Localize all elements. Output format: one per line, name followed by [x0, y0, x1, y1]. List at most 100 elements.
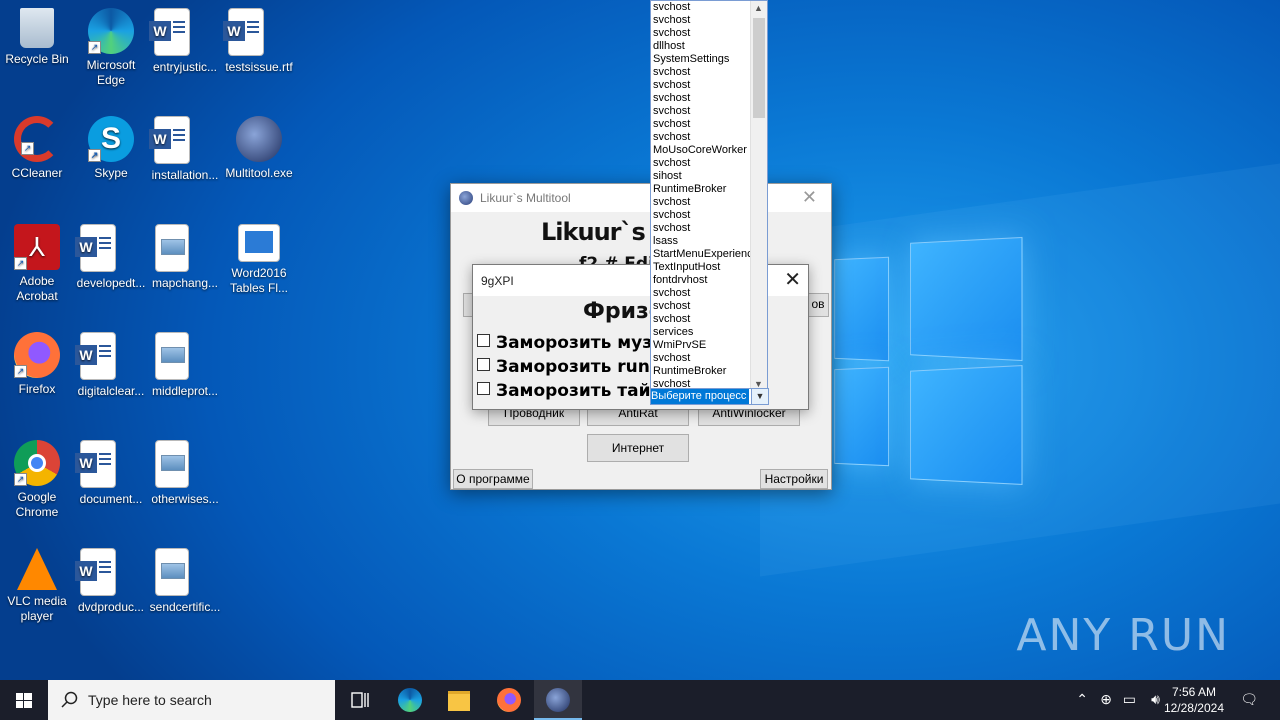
desktop-icon-skype[interactable]: S ↗ Skype [74, 116, 148, 181]
button-label: ов [811, 297, 825, 311]
taskbar-edge[interactable] [386, 680, 434, 720]
freeze-music-checkbox[interactable]: Заморозить музы [477, 333, 668, 353]
window-titlebar[interactable]: Likuur`s Multitool ✕ [451, 184, 831, 212]
desktop-icon-recycle-bin[interactable]: Recycle Bin [0, 8, 74, 67]
scrollbar-thumb[interactable] [753, 18, 765, 118]
recycle-bin-icon [20, 8, 54, 48]
task-view-button[interactable] [336, 680, 384, 720]
desktop-icon-document[interactable]: W document... [74, 440, 148, 507]
search-placeholder: Type here to search [88, 692, 212, 708]
desktop-icon-mapchang[interactable]: mapchang... [148, 224, 222, 291]
network-icon[interactable]: ▭ [1123, 691, 1136, 708]
multitool-icon [546, 688, 570, 712]
process-list-item[interactable]: svchost [653, 157, 753, 170]
search-icon [61, 691, 78, 708]
process-list-item[interactable]: services [653, 326, 753, 339]
list-scrollbar[interactable]: ▲ ▼ [750, 1, 767, 391]
multitool-icon [236, 116, 282, 162]
taskbar-file-explorer[interactable] [435, 680, 483, 720]
edge-icon: ↗ [88, 8, 134, 54]
checkbox-icon [477, 334, 490, 347]
desktop: ANY RUN Recycle Bin ↗ Microsoft Edge W e… [0, 0, 1280, 680]
about-button[interactable]: О программе [453, 469, 533, 489]
desktop-icon-testsissue[interactable]: W testsissue.rtf [222, 8, 296, 75]
process-list-item[interactable]: StartMenuExperienc [653, 248, 753, 261]
desktop-icon-middleprot[interactable]: middleprot... [148, 332, 222, 399]
process-list-item[interactable]: svchost [653, 92, 753, 105]
desktop-icon-label: Skype [94, 166, 128, 180]
desktop-icon-chrome[interactable]: ↗ Google Chrome [0, 440, 74, 520]
word-doc-icon: W [75, 548, 116, 596]
desktop-icon-label: entryjustic... [152, 60, 218, 74]
process-list-item[interactable]: svchost [653, 352, 753, 365]
process-combobox[interactable]: Выберите процесс ▼ [650, 388, 769, 405]
desktop-icon-firefox[interactable]: ↗ Firefox [0, 332, 74, 397]
process-list-item[interactable]: lsass [653, 235, 753, 248]
process-list-item[interactable]: svchost [653, 79, 753, 92]
chevron-down-icon[interactable]: ▼ [751, 389, 768, 404]
word-doc-icon: W [75, 332, 116, 380]
anyrun-watermark: ANY RUN [1016, 610, 1230, 661]
windows-logo-pane-tl [834, 256, 890, 362]
process-list-item[interactable]: fontdrvhost [653, 274, 753, 287]
close-icon[interactable]: ✕ [802, 187, 817, 208]
process-list-item[interactable]: svchost [653, 1, 753, 14]
desktop-icon-edge[interactable]: ↗ Microsoft Edge [74, 8, 148, 88]
acrobat-icon: ⅄ ↗ [14, 224, 60, 270]
process-list-item[interactable]: svchost [653, 27, 753, 40]
process-dropdown-list[interactable]: svchost svchost svchost dllhost SystemSettin… [650, 0, 768, 392]
desktop-icon-vlc[interactable]: VLC media player [0, 548, 74, 624]
dialog-title: 9gXPI [481, 274, 514, 288]
notifications-icon[interactable]: 🗨︎ [1240, 691, 1258, 708]
vlc-icon [17, 548, 57, 590]
process-list-item[interactable]: dllhost [653, 40, 753, 53]
process-list-item[interactable]: SystemSettings [653, 53, 753, 66]
process-list-item[interactable]: svchost [653, 196, 753, 209]
process-list-item[interactable]: WmiPrvSE [653, 339, 753, 352]
skype-icon: S ↗ [88, 116, 134, 162]
desktop-icon-digitalclear[interactable]: W digitalclear... [74, 332, 148, 399]
desktop-icon-sendcertific[interactable]: sendcertific... [148, 548, 222, 615]
desktop-icon-ccleaner[interactable]: ↗ CCleaner [0, 116, 74, 181]
desktop-icon-acrobat[interactable]: ⅄ ↗ Adobe Acrobat [0, 224, 74, 304]
desktop-icon-dvdproduc[interactable]: W dvdproduc... [74, 548, 148, 615]
desktop-icon-installation[interactable]: W installation... [148, 116, 222, 183]
process-list-item[interactable]: svchost [653, 118, 753, 131]
desktop-icon-developedt[interactable]: W developedt... [74, 224, 148, 291]
desktop-icon-otherwises[interactable]: otherwises... [148, 440, 222, 507]
process-list-item[interactable]: svchost [653, 300, 753, 313]
process-list-item[interactable]: svchost [653, 222, 753, 235]
start-button[interactable] [0, 680, 48, 720]
process-list-item[interactable]: svchost [653, 14, 753, 27]
process-list-item[interactable]: svchost [653, 209, 753, 222]
close-icon[interactable]: ✕ [784, 267, 801, 292]
process-list-item[interactable]: svchost [653, 313, 753, 326]
process-list-item[interactable]: TextInputHost [653, 261, 753, 274]
process-list-item[interactable]: svchost [653, 131, 753, 144]
taskbar-multitool[interactable] [534, 680, 582, 720]
desktop-icon-label: document... [79, 492, 143, 506]
desktop-icon-entryjustic[interactable]: W entryjustic... [148, 8, 222, 75]
clock[interactable]: 7:56 AM 12/28/2024 [1164, 684, 1224, 716]
meet-now-icon[interactable]: ⊕ [1100, 691, 1112, 708]
process-list-item[interactable]: svchost [653, 287, 753, 300]
volume-icon[interactable]: 🔊︎ [1151, 691, 1160, 708]
hidden-right-button[interactable]: ов [807, 293, 829, 317]
process-list-item[interactable]: RuntimeBroker [653, 365, 753, 378]
windows-start-icon [16, 693, 32, 708]
taskbar-search-box[interactable]: Type here to search [48, 680, 335, 720]
freeze-timer-checkbox[interactable]: Заморозить тайме [477, 381, 676, 401]
internet-button[interactable]: Интернет [587, 434, 689, 462]
process-list-item[interactable]: RuntimeBroker [653, 183, 753, 196]
process-list-item[interactable]: svchost [653, 66, 753, 79]
process-list-item[interactable]: sihost [653, 170, 753, 183]
desktop-icon-word2016[interactable]: Word2016 Tables Fl... [222, 224, 296, 296]
taskbar-firefox[interactable] [485, 680, 533, 720]
settings-button[interactable]: Настройки [760, 469, 828, 489]
chevron-up-icon[interactable]: ⌃ [1076, 691, 1088, 708]
desktop-icon-multitool[interactable]: Multitool.exe [222, 116, 296, 181]
scroll-up-icon[interactable]: ▲ [754, 3, 763, 13]
process-list-item[interactable]: svchost [653, 105, 753, 118]
process-list-item[interactable]: MoUsoCoreWorker [653, 144, 753, 157]
desktop-icon-label: installation... [151, 168, 219, 182]
